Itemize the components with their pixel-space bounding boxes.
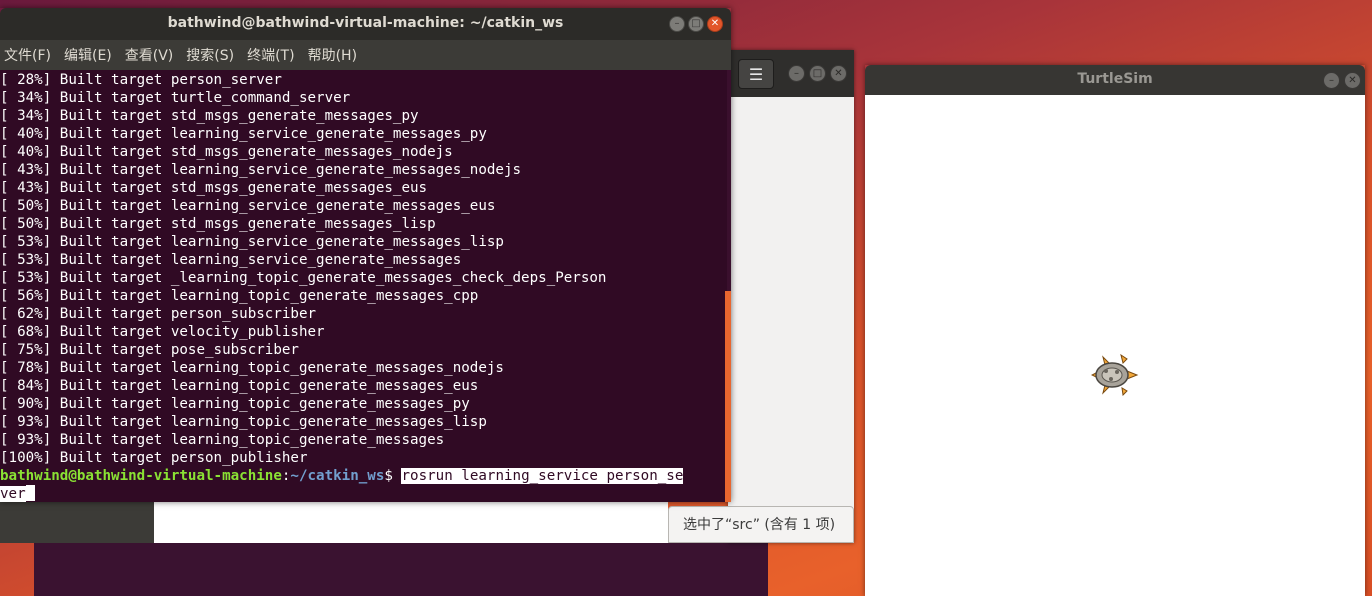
minimize-icon[interactable]: – [1323, 72, 1340, 89]
file-manager-header: ☰ – □ ✕ [728, 50, 854, 97]
terminal-line: [ 43%] Built target std_msgs_generate_me… [0, 180, 428, 196]
turtlesim-canvas [865, 95, 1365, 596]
menu-view[interactable]: 查看(V) [125, 45, 174, 65]
terminal-line: [ 93%] Built target learning_topic_gener… [0, 432, 445, 448]
terminal-output[interactable]: [ 28%] Built target person_server [ 34%]… [0, 70, 727, 502]
terminal-line: [ 53%] Built target learning_service_gen… [0, 252, 462, 268]
menu-search[interactable]: 搜索(S) [186, 45, 234, 65]
turtlesim-window-controls: – ✕ [1323, 72, 1361, 89]
turtlesim-window: TurtleSim – ✕ [865, 65, 1365, 596]
terminal-line: [ 50%] Built target learning_service_gen… [0, 198, 496, 214]
terminal-line: [ 34%] Built target turtle_command_serve… [0, 90, 351, 106]
terminal-window: bathwind@bathwind-virtual-machine: ~/cat… [0, 8, 731, 502]
scrollbar-thumb[interactable] [725, 291, 731, 502]
terminal-line: [100%] Built target person_publisher [0, 450, 308, 466]
file-manager-sidebar [0, 501, 154, 543]
terminal-line: [ 68%] Built target velocity_publisher [0, 324, 325, 340]
menu-icon[interactable]: ☰ [738, 59, 774, 89]
turtlesim-title: TurtleSim [1077, 71, 1153, 87]
maximize-icon[interactable]: □ [809, 65, 826, 82]
file-manager-window: ☰ – □ ✕ [728, 50, 854, 543]
close-icon[interactable]: ✕ [707, 16, 723, 32]
menu-help[interactable]: 帮助(H) [308, 45, 357, 65]
file-manager-content [154, 501, 668, 543]
terminal-window-controls: – □ ✕ [669, 16, 723, 32]
terminal-line: [ 56%] Built target learning_topic_gener… [0, 288, 479, 304]
terminal-line: [ 53%] Built target _learning_topic_gene… [0, 270, 607, 286]
terminal-line: [ 50%] Built target std_msgs_generate_me… [0, 216, 436, 232]
prompt-line: bathwind@bathwind-virtual-machine:~/catk… [0, 467, 684, 485]
terminal-line: [ 84%] Built target learning_topic_gener… [0, 378, 479, 394]
terminal-menubar: 文件(F) 编辑(E) 查看(V) 搜索(S) 终端(T) 帮助(H) [0, 40, 731, 70]
minimize-icon[interactable]: – [788, 65, 805, 82]
prompt-line-wrap: ver [0, 485, 683, 502]
menu-file[interactable]: 文件(F) [4, 45, 51, 65]
terminal-line: [ 34%] Built target std_msgs_generate_me… [0, 108, 419, 124]
close-icon[interactable]: ✕ [1344, 72, 1361, 89]
file-manager-window-controls: – □ ✕ [788, 65, 847, 82]
terminal-line: [ 43%] Built target learning_service_gen… [0, 162, 522, 178]
prompt-user: bathwind@bathwind-virtual-machine [0, 468, 282, 484]
command-input[interactable]: rosrun learning_service person_se [401, 468, 684, 484]
terminal-title: bathwind@bathwind-virtual-machine: ~/cat… [167, 15, 564, 31]
minimize-icon[interactable]: – [669, 16, 685, 32]
selection-status: 选中了“src” (含有 1 项) [668, 506, 854, 543]
terminal-line: [ 78%] Built target learning_topic_gener… [0, 360, 504, 376]
terminal-line: [ 90%] Built target learning_topic_gener… [0, 396, 470, 412]
turtlesim-titlebar[interactable]: TurtleSim – ✕ [865, 65, 1365, 95]
terminal-line: [ 28%] Built target person_server [0, 72, 282, 88]
terminal-line: [ 40%] Built target std_msgs_generate_me… [0, 144, 453, 160]
terminal-line: [ 53%] Built target learning_service_gen… [0, 234, 504, 250]
prompt-dollar: $ [384, 468, 402, 484]
command-input-continued[interactable]: ver [0, 486, 26, 502]
terminal-line: [ 93%] Built target learning_topic_gener… [0, 414, 487, 430]
prompt-path: ~/catkin_ws [290, 468, 385, 484]
terminal-line: [ 75%] Built target pose_subscriber [0, 342, 299, 358]
terminal-line: [ 40%] Built target learning_service_gen… [0, 126, 487, 142]
turtle-icon [1091, 353, 1139, 397]
terminal-titlebar[interactable]: bathwind@bathwind-virtual-machine: ~/cat… [0, 8, 731, 40]
menu-terminal[interactable]: 终端(T) [247, 45, 294, 65]
terminal-line: [ 62%] Built target person_subscriber [0, 306, 317, 322]
text-cursor [25, 485, 35, 501]
menu-edit[interactable]: 编辑(E) [64, 45, 112, 65]
close-icon[interactable]: ✕ [830, 65, 847, 82]
maximize-icon[interactable]: □ [688, 16, 704, 32]
